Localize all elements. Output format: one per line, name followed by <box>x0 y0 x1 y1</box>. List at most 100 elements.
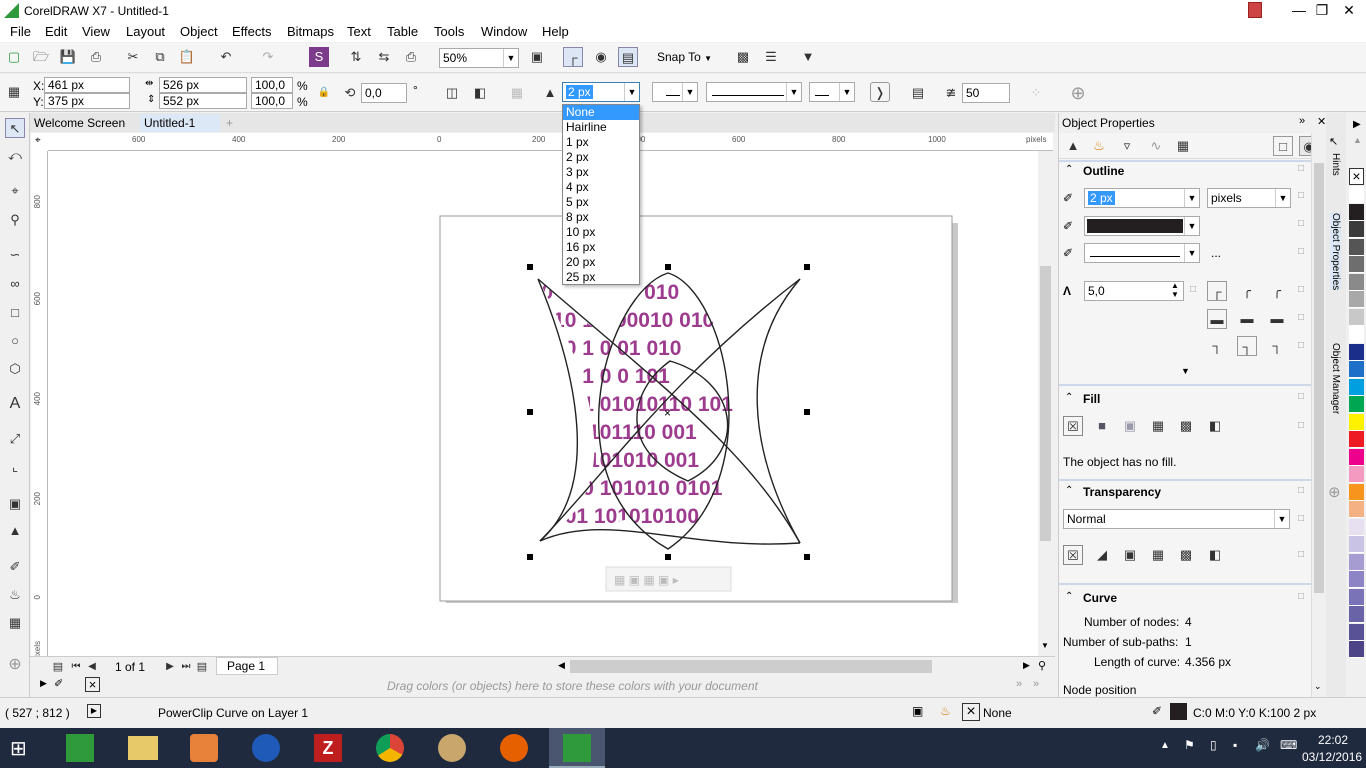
dropdown-option[interactable]: 10 px <box>563 225 639 240</box>
menu-file[interactable]: File <box>10 24 31 39</box>
color-swatch[interactable] <box>1349 291 1364 308</box>
color-swatch[interactable] <box>1349 361 1364 378</box>
store-icon[interactable] <box>66 734 94 762</box>
color-swatch[interactable] <box>1349 623 1364 641</box>
scroll-thumb[interactable] <box>1040 266 1051 541</box>
paint-icon[interactable] <box>438 734 466 762</box>
corner-miter-icon[interactable]: ┌ <box>1207 281 1227 301</box>
add-tool-icon[interactable]: ⊕ <box>5 655 25 675</box>
color-swatch[interactable] <box>1349 466 1364 483</box>
previous-page-icon[interactable]: ◀ <box>82 657 102 677</box>
miter-limit-field[interactable]: 5,0 <box>1084 281 1184 301</box>
menu-bitmaps[interactable]: Bitmaps <box>287 24 334 39</box>
transparency-mode-combo[interactable]: Normal ▼ <box>1063 509 1290 529</box>
mirror-vertical-icon[interactable]: ◧ <box>470 83 490 103</box>
battery-icon[interactable]: ▯ <box>1210 738 1217 752</box>
palette-scroll-icon[interactable]: » <box>1016 678 1022 690</box>
color-swatch[interactable] <box>1349 641 1364 658</box>
color-swatch[interactable] <box>1349 378 1364 396</box>
zoom-combo[interactable]: 50% ▼ <box>439 48 519 68</box>
docker-scrollbar[interactable]: ⌄ <box>1311 133 1326 697</box>
color-swatch[interactable] <box>1349 221 1364 238</box>
smart-fill-tool-icon[interactable]: ▦ <box>5 613 25 633</box>
section-checkbox[interactable]: □ <box>1298 312 1304 323</box>
rulers-icon[interactable]: ┌ <box>563 47 583 67</box>
scale-y-field[interactable]: 100,0 <box>251 93 293 109</box>
add-page-after-icon[interactable]: ▤ <box>192 657 212 677</box>
show-hidden-icons[interactable]: ▲ <box>1160 740 1170 751</box>
collapse-icon[interactable]: ⌃ <box>1065 392 1073 403</box>
collapse-icon[interactable]: ⌃ <box>1065 591 1073 602</box>
options-icon[interactable]: ▩ <box>733 47 753 67</box>
collapse-icon[interactable]: ⌃ <box>1065 164 1073 175</box>
drop-shadow-icon[interactable]: ▣ <box>5 494 25 514</box>
color-swatch[interactable] <box>1349 553 1364 571</box>
color-swatch[interactable] <box>1349 606 1364 623</box>
no-transparency-icon[interactable]: ☒ <box>1063 545 1083 565</box>
clock-date[interactable]: 03/12/2016 <box>1302 750 1362 764</box>
transparency-tab-icon[interactable]: ▿ <box>1117 136 1137 156</box>
section-checkbox[interactable]: □ <box>1298 246 1304 257</box>
ruler-origin[interactable]: ⌖ <box>31 133 48 151</box>
section-checkbox[interactable]: □ <box>1298 591 1304 602</box>
section-checkbox[interactable]: □ <box>1298 218 1304 229</box>
zoom-navigator-icon[interactable]: ⚲ <box>1038 659 1046 672</box>
menu-help[interactable]: Help <box>542 24 569 39</box>
menu-effects[interactable]: Effects <box>232 24 272 39</box>
outline-color-picker[interactable]: ▼ <box>1084 216 1200 236</box>
bitmap-transparency-icon[interactable]: ▩ <box>1176 545 1196 565</box>
section-checkbox[interactable]: □ <box>1298 340 1304 351</box>
color-swatch[interactable] <box>1349 256 1364 273</box>
section-checkbox[interactable]: □ <box>1298 163 1304 174</box>
eyedropper-icon[interactable]: ✐ <box>54 677 63 690</box>
corner-round-icon[interactable]: ╭ <box>1237 281 1257 301</box>
horizontal-scroll-thumb[interactable] <box>570 660 932 673</box>
export-icon[interactable]: ⇆ <box>374 47 394 67</box>
outline-more-button[interactable]: ... <box>1211 246 1221 260</box>
dropdown-option[interactable]: 2 px <box>563 150 639 165</box>
color-swatch[interactable] <box>1349 343 1364 361</box>
network-icon[interactable]: ▪ <box>1233 738 1237 752</box>
undo-icon[interactable]: ↶ <box>216 47 236 67</box>
position-inside-icon[interactable]: ┐ <box>1267 336 1287 356</box>
network-app-icon[interactable] <box>252 734 280 762</box>
edit-powerclip-icon[interactable]: ▦ ▣ ▦ ▣ ▸ <box>614 573 679 587</box>
drawing-canvas[interactable]: 010 1101100 010 01010 11100010 010 01010… <box>48 151 1038 656</box>
smoothing-icon[interactable]: ≇ <box>941 83 961 103</box>
paste-icon[interactable]: 📋 <box>177 47 197 67</box>
ellipse-tool-icon[interactable]: ○ <box>5 331 25 351</box>
menu-layout[interactable]: Layout <box>126 24 165 39</box>
new-document-icon[interactable]: ▢ <box>4 47 24 67</box>
selection-handle[interactable] <box>665 554 671 560</box>
no-color-swatch[interactable]: × <box>1349 168 1364 185</box>
zoom-tool-icon[interactable]: ⚲ <box>5 210 25 230</box>
docker-scroll-thumb[interactable] <box>1314 163 1324 593</box>
smart-fill-icon[interactable]: ∞ <box>5 274 25 294</box>
pick-tool-icon[interactable]: ↖ <box>5 118 25 138</box>
color-swatch[interactable] <box>1349 431 1364 448</box>
powerclip-floating-toolbar[interactable]: ▦ ▣ ▦ ▣ ▸ <box>605 566 732 592</box>
dropdown-option-hairline[interactable]: Hairline <box>563 120 639 135</box>
color-swatch[interactable] <box>1349 413 1364 431</box>
filezilla-icon[interactable]: Z <box>314 734 342 762</box>
add-tab-button[interactable]: + <box>222 114 238 132</box>
color-swatch[interactable] <box>1349 186 1364 203</box>
frame-icon[interactable]: □ <box>1273 136 1293 156</box>
expand-more-icon[interactable]: ▼ <box>1181 366 1190 376</box>
selection-handle[interactable] <box>804 554 810 560</box>
mirror-horizontal-icon[interactable]: ◫ <box>442 83 462 103</box>
section-checkbox[interactable]: □ <box>1298 513 1304 524</box>
shape-tool-icon[interactable]: ⤺ <box>5 146 25 166</box>
outline-width-combo[interactable]: 2 px ▼ <box>562 82 640 102</box>
page-tab[interactable]: Page 1 <box>216 657 278 675</box>
close-curve-icon[interactable]: ❭ <box>870 82 890 102</box>
print-icon[interactable]: ⎙ <box>86 47 106 67</box>
color-swatch[interactable] <box>1349 536 1364 553</box>
docker-close-icon[interactable]: ✕ <box>1317 115 1326 128</box>
collapse-icon[interactable]: ⌃ <box>1065 485 1073 496</box>
angle-field[interactable]: 0,0 <box>361 83 407 103</box>
dropdown-option[interactable]: 25 px <box>563 270 639 285</box>
color-swatch[interactable] <box>1349 448 1364 466</box>
outline-style-combo[interactable]: ▼ <box>1084 243 1200 263</box>
curve-tab-icon[interactable]: ∿ <box>1146 136 1166 156</box>
